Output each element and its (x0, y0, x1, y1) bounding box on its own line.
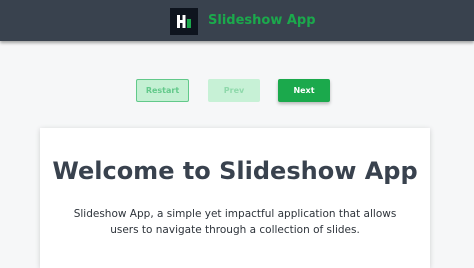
next-button[interactable]: Next (278, 79, 330, 102)
slide-card: Welcome to Slideshow App Slideshow App, … (40, 128, 430, 268)
prev-button[interactable]: Prev (208, 79, 260, 102)
slide-text: Slideshow App, a simple yet impactful ap… (73, 208, 397, 236)
app-title: Slideshow App (208, 13, 316, 28)
app-header: Slideshow App (0, 0, 474, 41)
slide-title: Welcome to Slideshow App (52, 157, 418, 185)
restart-button[interactable]: Restart (136, 79, 189, 102)
logo-icon (170, 8, 198, 35)
